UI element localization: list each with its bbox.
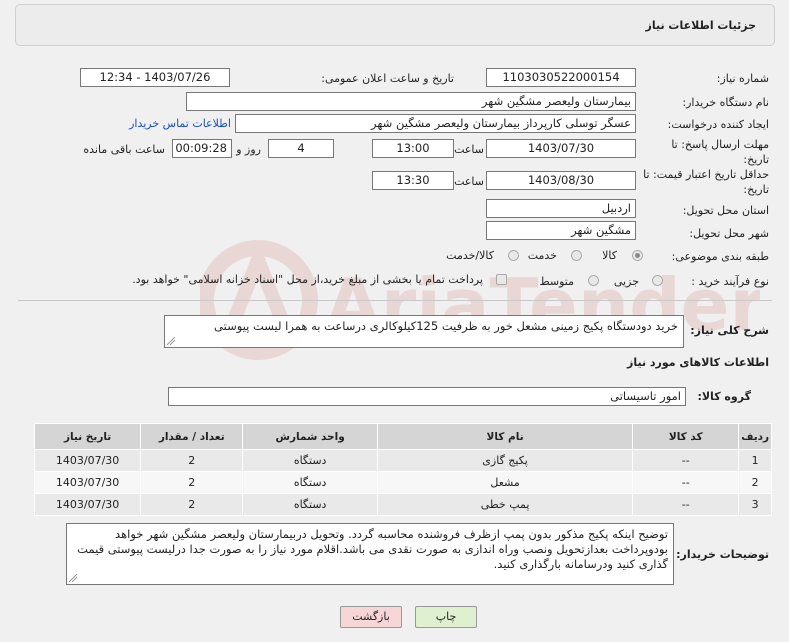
city-label: شهر محل تحویل:: [689, 227, 769, 240]
cell-unit: دستگاه: [242, 449, 378, 472]
process-option-minor: جزیی: [613, 275, 639, 288]
cell-name: پکیج گازی: [376, 449, 634, 472]
category-radio-service[interactable]: [571, 250, 582, 261]
deadline-time-field: 13:00: [372, 139, 454, 158]
cell-need-date: 1403/07/30: [33, 449, 142, 472]
cell-need-date: 1403/07/30: [33, 471, 142, 494]
category-radio-goods-service[interactable]: [508, 250, 519, 261]
creator-label: ایجاد کننده درخواست:: [667, 118, 769, 131]
category-option-goods-service: کالا/خدمت: [446, 249, 494, 262]
buyer-notes-label: توضیحات خریدار:: [676, 548, 769, 561]
col-header-unit: واحد شمارش: [242, 423, 378, 450]
cell-code: --: [632, 493, 740, 516]
deadline-label-date: تاریخ:: [743, 153, 769, 166]
table-row: 2 -- مشعل دستگاه 2 1403/07/30: [33, 471, 772, 494]
cell-name: مشعل: [376, 471, 634, 494]
treasury-payment-note: پرداخت تمام یا بخشی از مبلغ خرید،از محل …: [132, 273, 483, 286]
validity-label-date: تاریخ:: [743, 183, 769, 196]
city-field: مشگین شهر: [486, 221, 636, 240]
cell-row-number: 1: [738, 449, 772, 472]
buyer-org-field: بیمارستان ولیعصر مشگین شهر: [186, 92, 636, 111]
cell-quantity: 2: [140, 493, 244, 516]
days-label: روز و: [236, 143, 261, 156]
header-panel: جزئیات اطلاعات نیاز: [15, 4, 775, 46]
summary-label: شرح کلی نیاز:: [690, 324, 769, 337]
days-remaining-field: 4: [268, 139, 334, 158]
announce-datetime-field: 1403/07/26 - 12:34: [80, 68, 230, 87]
divider: [18, 300, 772, 301]
province-label: استان محل تحویل:: [682, 204, 769, 217]
resize-grip-icon[interactable]: [69, 574, 77, 582]
goods-section-title: اطلاعات کالاهای مورد نیاز: [627, 356, 769, 369]
process-radio-minor[interactable]: [652, 275, 663, 286]
process-option-medium: متوسط: [539, 275, 574, 288]
back-button[interactable]: بازگشت: [340, 606, 402, 628]
category-option-service: خدمت: [527, 249, 557, 262]
goods-group-field: امور تاسیساتی: [168, 387, 686, 406]
buyer-notes-text: توضیح اینکه پکیج مذکور بدون پمپ ازظرف فر…: [77, 527, 668, 571]
col-header-row-number: ردیف: [738, 423, 772, 450]
goods-table: ردیف کد کالا نام کالا واحد شمارش تعداد /…: [33, 423, 772, 516]
table-header-row: ردیف کد کالا نام کالا واحد شمارش تعداد /…: [33, 423, 772, 450]
resize-grip-icon[interactable]: [167, 337, 175, 345]
goods-group-label: گروه کالا:: [697, 390, 751, 403]
table-row: 1 -- پکیج گازی دستگاه 2 1403/07/30: [33, 449, 772, 472]
buyer-org-label: نام دستگاه خریدار:: [682, 96, 769, 109]
time-remaining-label: ساعت باقی مانده: [83, 143, 165, 156]
validity-time-label: ساعت: [454, 175, 484, 188]
deadline-label: مهلت ارسال پاسخ: تا: [671, 138, 769, 151]
process-label: نوع فرآیند خرید :: [691, 275, 769, 288]
buyer-notes-textarea[interactable]: توضیح اینکه پکیج مذکور بدون پمپ ازظرف فر…: [66, 523, 674, 585]
cell-unit: دستگاه: [242, 471, 378, 494]
summary-text: خرید دودستگاه پکیج زمینی مشعل خور به ظرف…: [214, 319, 678, 333]
cell-code: --: [632, 471, 740, 494]
creator-field: عسگر توسلی کارپرداز بیمارستان ولیعصر مشگ…: [235, 114, 636, 133]
buyer-contact-link[interactable]: اطلاعات تماس خریدار: [129, 117, 231, 130]
time-remaining-field: 00:09:28: [172, 139, 232, 158]
category-option-goods: کالا: [602, 249, 617, 262]
validity-time-field: 13:30: [372, 171, 454, 190]
col-header-code: کد کالا: [632, 423, 740, 450]
page-title: جزئیات اطلاعات نیاز: [645, 19, 757, 32]
need-number-field: 1103030522000154: [486, 68, 636, 87]
province-field: اردبیل: [486, 199, 636, 218]
cell-quantity: 2: [140, 449, 244, 472]
deadline-date-field: 1403/07/30: [486, 139, 636, 158]
print-button[interactable]: چاپ: [415, 606, 477, 628]
col-header-name: نام کالا: [376, 423, 634, 450]
cell-quantity: 2: [140, 471, 244, 494]
cell-need-date: 1403/07/30: [33, 493, 142, 516]
validity-label: حداقل تاریخ اعتبار قیمت: تا: [643, 168, 769, 181]
category-radio-goods[interactable]: [632, 250, 643, 261]
process-radio-medium[interactable]: [588, 275, 599, 286]
table-row: 3 -- پمپ خطی دستگاه 2 1403/07/30: [33, 493, 772, 516]
cell-unit: دستگاه: [242, 493, 378, 516]
col-header-need-date: تاریخ نیاز: [33, 423, 142, 450]
cell-name: پمپ خطی: [376, 493, 634, 516]
cell-row-number: 2: [738, 471, 772, 494]
need-number-label: شماره نیاز:: [716, 72, 769, 85]
cell-code: --: [632, 449, 740, 472]
validity-date-field: 1403/08/30: [486, 171, 636, 190]
announce-label: تاریخ و ساعت اعلان عمومی:: [321, 72, 454, 85]
cell-row-number: 3: [738, 493, 772, 516]
category-label: طبقه بندی موضوعی:: [671, 250, 769, 263]
deadline-time-label: ساعت: [454, 143, 484, 156]
treasury-payment-checkbox[interactable]: [496, 274, 507, 285]
col-header-quantity: تعداد / مقدار: [140, 423, 244, 450]
summary-textarea[interactable]: خرید دودستگاه پکیج زمینی مشعل خور به ظرف…: [164, 315, 684, 348]
